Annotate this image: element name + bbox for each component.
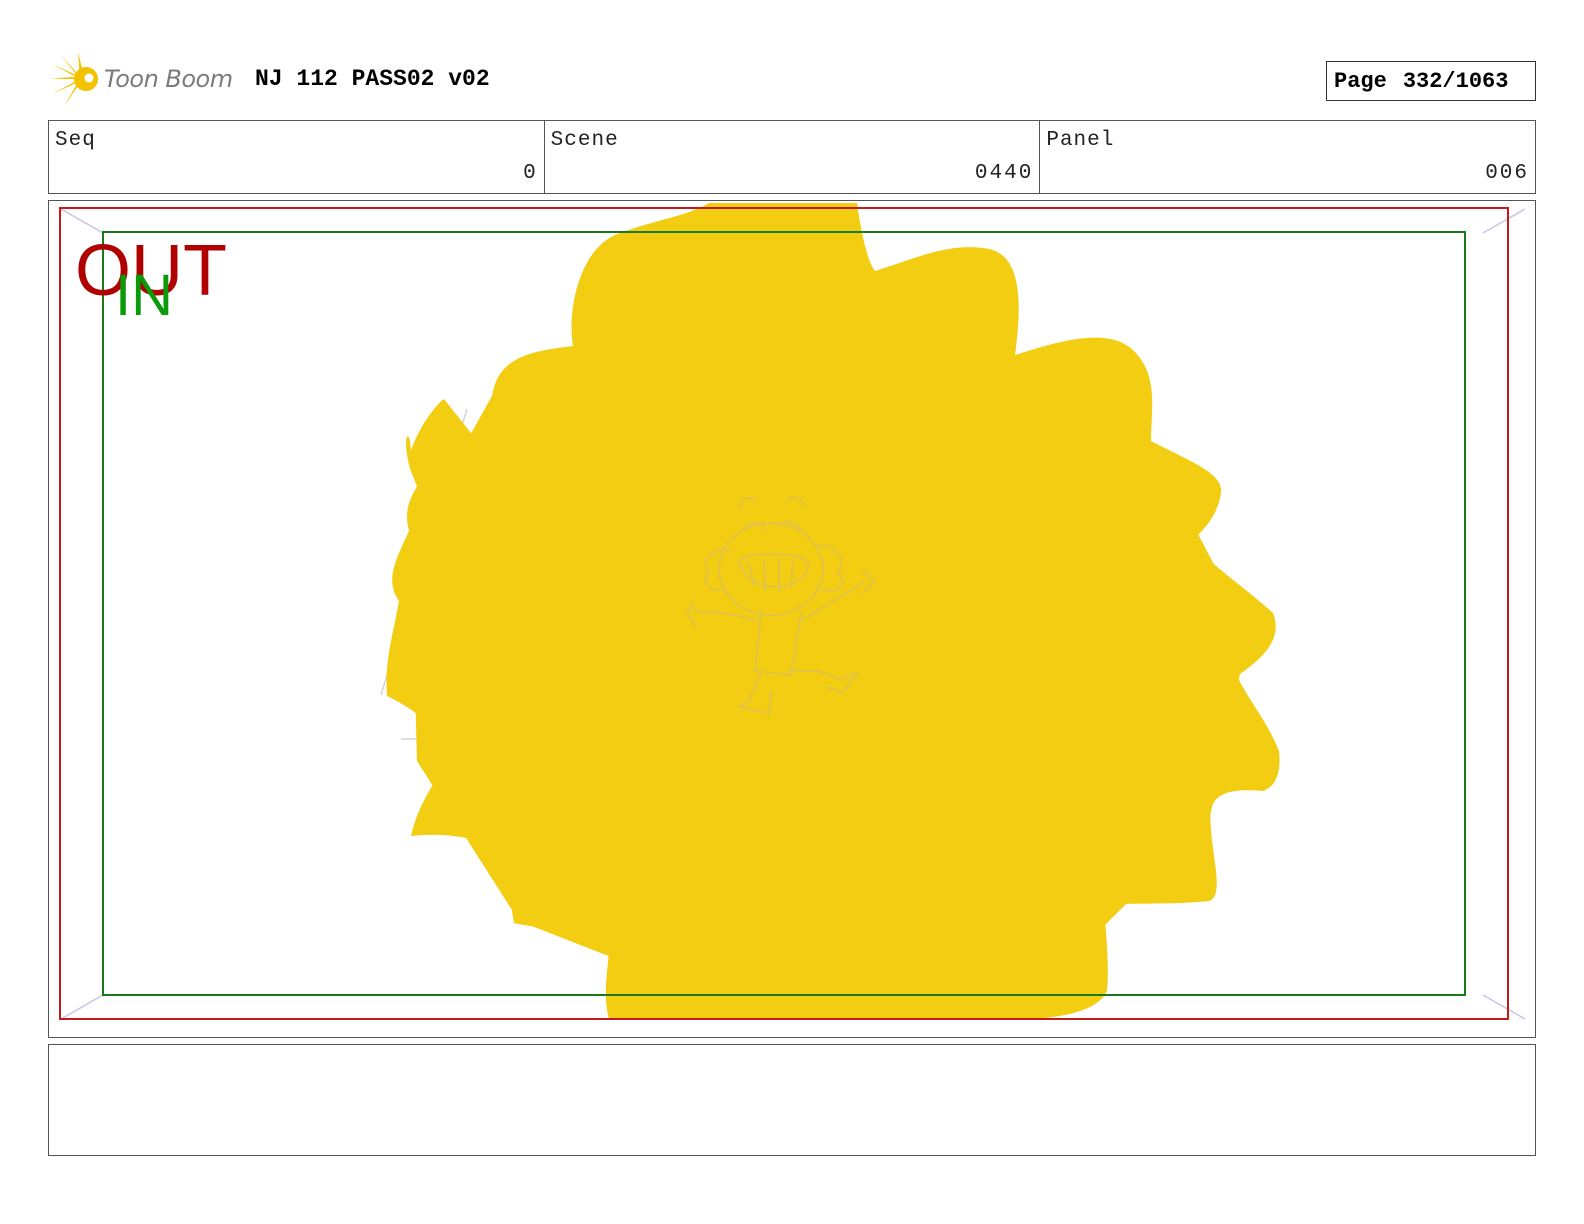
- document-title: NJ 112 PASS02 v02: [255, 66, 490, 92]
- sparkle-icon: [50, 52, 98, 106]
- scene-value: 0440: [974, 162, 1034, 185]
- camera-corner-line: [1482, 994, 1526, 1020]
- camera-corner-line: [60, 994, 104, 1020]
- seq-cell: Seq 0: [49, 121, 545, 193]
- info-row: Seq 0 Scene 0440 Panel 006: [48, 120, 1536, 194]
- toon-boom-logo: Toon Boom: [50, 50, 240, 108]
- panel-value: 006: [1485, 162, 1530, 185]
- notes-box: [48, 1044, 1536, 1156]
- page-indicator: Page 332/1063: [1326, 61, 1536, 101]
- scene-label: Scene: [550, 129, 619, 152]
- storyboard-panel: OUT IN: [48, 200, 1536, 1038]
- seq-label: Seq: [55, 129, 96, 152]
- logo-text: Toon Boom: [104, 65, 233, 93]
- panel-cell: Panel 006: [1040, 121, 1535, 193]
- camera-corner-line: [60, 208, 104, 234]
- camera-corner-line: [1482, 208, 1526, 234]
- seq-value: 0: [523, 162, 538, 185]
- in-label: IN: [115, 263, 173, 328]
- scene-cell: Scene 0440: [545, 121, 1041, 193]
- page-number: 332/1063: [1402, 68, 1509, 94]
- panel-drawing: OUT IN: [59, 203, 1526, 1020]
- panel-label: Panel: [1046, 129, 1115, 152]
- page-label: Page: [1334, 68, 1387, 94]
